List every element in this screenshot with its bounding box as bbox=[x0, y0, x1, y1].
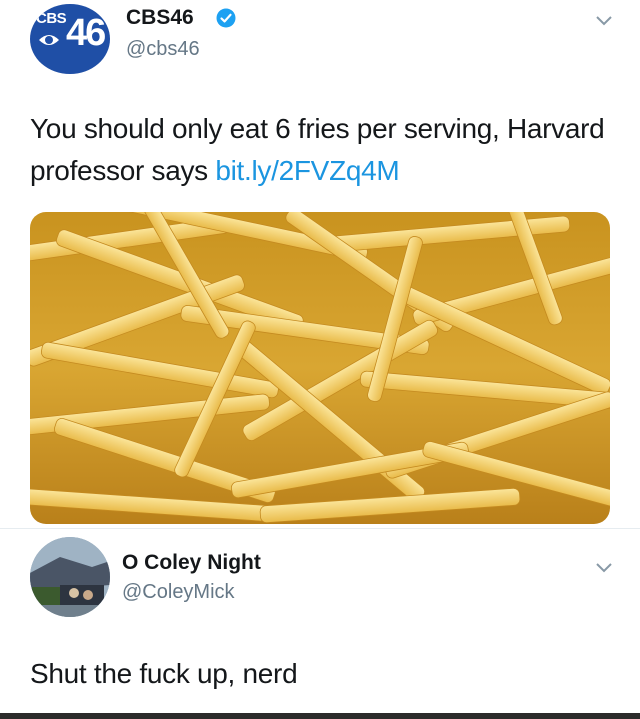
tweet-link[interactable]: bit.ly/2FVZq4M bbox=[215, 155, 399, 186]
cbs-logo-text: CBS bbox=[36, 10, 67, 27]
handle[interactable]: @ColeyMick bbox=[122, 581, 235, 604]
reply-text: Shut the fuck up, nerd bbox=[30, 658, 298, 689]
bottom-border bbox=[0, 713, 640, 719]
french-fries-photo[interactable] bbox=[30, 212, 610, 524]
display-name[interactable]: CBS46 bbox=[126, 6, 194, 30]
tweet-cbs46[interactable]: CBS 46 CBS46 @cbs46 You should only eat … bbox=[0, 0, 640, 528]
cbs46-avatar[interactable]: CBS 46 bbox=[30, 4, 110, 74]
avatar-photo bbox=[30, 537, 110, 617]
tweet-text: You should only eat 6 fries per serving,… bbox=[30, 108, 610, 192]
verified-badge-icon bbox=[216, 8, 236, 28]
user-avatar[interactable] bbox=[30, 537, 110, 617]
chevron-down-icon[interactable] bbox=[594, 561, 614, 575]
chevron-down-icon[interactable] bbox=[594, 14, 614, 28]
fries-image bbox=[30, 212, 610, 524]
cbs-eye-icon bbox=[39, 35, 59, 45]
cbs-logo-number: 46 bbox=[66, 12, 106, 54]
tweet-reply[interactable]: O Coley Night @ColeyMick Shut the fuck u… bbox=[0, 528, 640, 719]
handle[interactable]: @cbs46 bbox=[126, 38, 200, 61]
display-name[interactable]: O Coley Night bbox=[122, 551, 261, 575]
